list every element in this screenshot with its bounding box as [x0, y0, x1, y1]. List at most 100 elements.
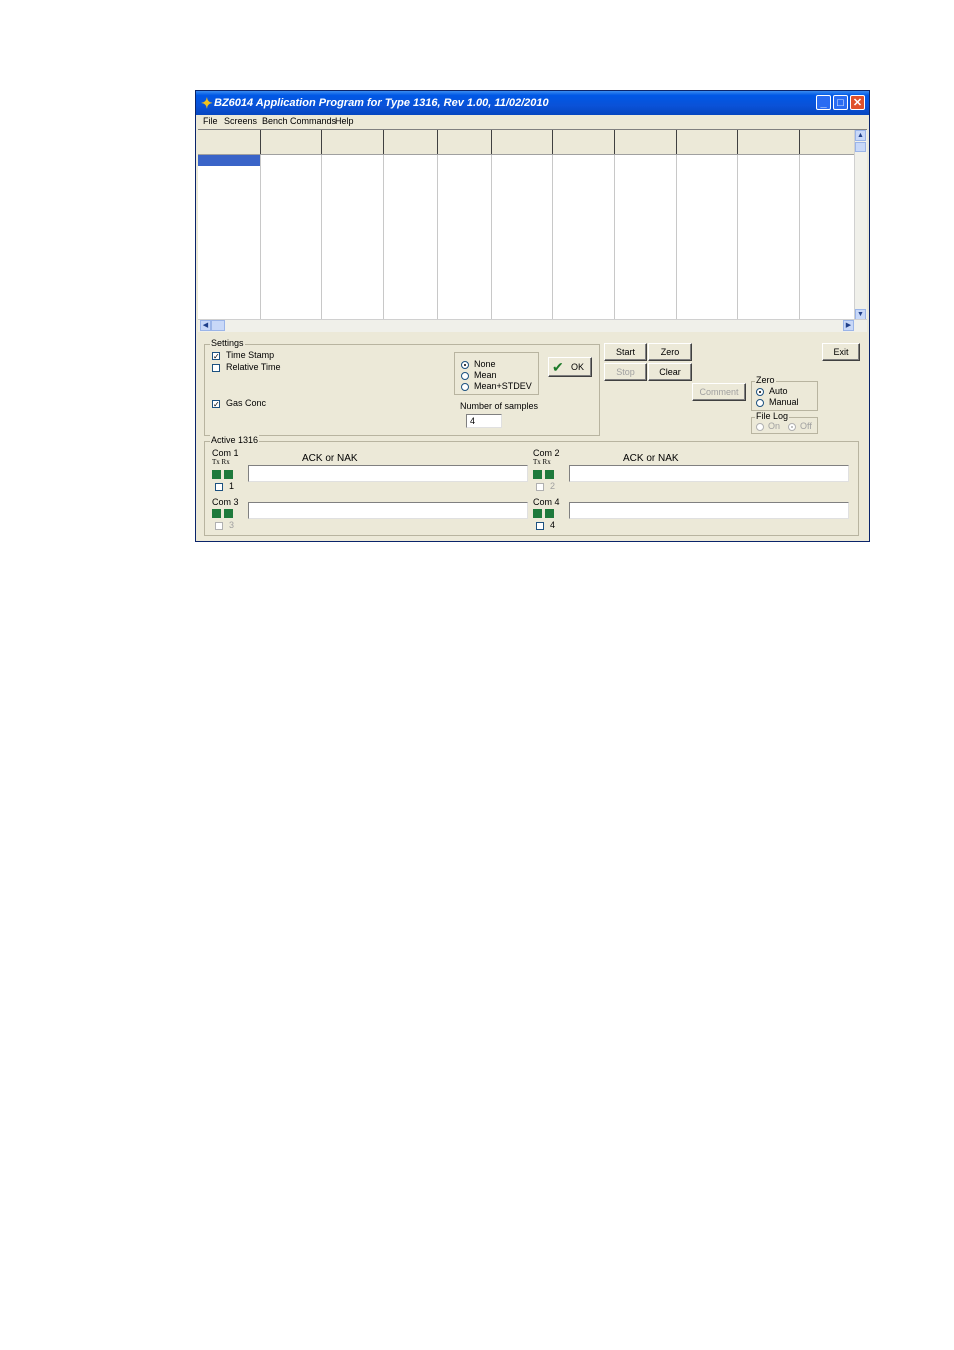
grid-header-cell[interactable] — [615, 130, 677, 154]
averaging-group: None Mean Mean+STDEV — [454, 352, 539, 395]
file-log-on-label: On — [768, 421, 781, 431]
zero-mode-group: Zero Auto Manual — [751, 375, 818, 411]
file-log-group: File Log On Off — [751, 411, 818, 434]
ok-label: OK — [571, 362, 585, 372]
com1-tx-led — [212, 470, 221, 479]
time-stamp-checkbox[interactable]: ✓ — [212, 352, 220, 361]
grid-header-cell[interactable] — [384, 130, 438, 154]
grid-header-cell[interactable] — [322, 130, 384, 154]
com1-txrx-label: Tx Rx — [212, 458, 230, 466]
com1-checkbox[interactable] — [215, 483, 223, 491]
grid-column-line — [321, 155, 322, 320]
clear-button[interactable]: Clear — [648, 363, 692, 381]
grid-column-line — [383, 155, 384, 320]
scroll-right-icon[interactable]: ▶ — [843, 320, 854, 331]
com2-rx-led — [545, 470, 554, 479]
maximize-button[interactable]: □ — [833, 95, 848, 110]
grid-column-line — [614, 155, 615, 320]
menu-help[interactable]: Help — [335, 116, 354, 126]
zero-auto-radio[interactable] — [756, 388, 764, 396]
check-icon: ✔ — [552, 359, 564, 375]
app-icon: ✦ — [201, 95, 213, 111]
scroll-up-icon[interactable]: ▲ — [855, 130, 866, 141]
grid-header-cell[interactable] — [438, 130, 492, 154]
com2-tx-led — [533, 470, 542, 479]
stop-button[interactable]: Stop — [604, 363, 647, 381]
avg-mean-radio[interactable] — [461, 372, 469, 380]
grid-header-cell[interactable] — [677, 130, 738, 154]
com3-checkbox[interactable] — [215, 522, 223, 530]
avg-none-label: None — [474, 359, 496, 369]
com2-ack-label: ACK or NAK — [623, 453, 679, 464]
relative-time-checkbox[interactable] — [212, 364, 220, 372]
com1-rx-led — [224, 470, 233, 479]
grid-header-divider — [198, 154, 855, 155]
com4-checkbox[interactable] — [536, 522, 544, 530]
com4-number: 4 — [550, 520, 556, 530]
com3-number: 3 — [229, 520, 235, 530]
com2-label: Com 2 — [533, 448, 560, 458]
scroll-thumb[interactable] — [855, 142, 866, 152]
com2-number: 2 — [550, 481, 556, 491]
grid-column-line — [676, 155, 677, 320]
grid-header-cell[interactable] — [492, 130, 553, 154]
comment-button[interactable]: Comment — [692, 383, 746, 401]
grid-header-cell[interactable] — [800, 130, 855, 154]
grid-header-cell[interactable] — [738, 130, 800, 154]
zero-manual-label: Manual — [769, 397, 799, 407]
grid-column-line — [799, 155, 800, 320]
window-title: BZ6014 Application Program for Type 1316… — [214, 97, 549, 109]
com4-label: Com 4 — [533, 497, 560, 507]
grid-column-line — [552, 155, 553, 320]
menu-bar: File Screens Bench Commands Help — [196, 115, 869, 129]
zero-auto-label: Auto — [769, 386, 788, 396]
start-button[interactable]: Start — [604, 343, 647, 361]
com3-tx-led — [212, 509, 221, 518]
avg-none-radio[interactable] — [461, 361, 469, 369]
settings-group: Settings ✓ Time Stamp Relative Time ✓ Ga… — [204, 338, 600, 436]
menu-screens[interactable]: Screens — [224, 116, 257, 126]
file-log-off-label: Off — [800, 421, 812, 431]
menu-file[interactable]: File — [203, 116, 218, 126]
grid-column-line — [260, 155, 261, 320]
scroll-left-icon[interactable]: ◀ — [200, 320, 211, 331]
file-log-title: File Log — [755, 411, 790, 421]
title-bar[interactable]: ✦ BZ6014 Application Program for Type 13… — [196, 91, 869, 115]
grid-header-cell[interactable] — [198, 130, 261, 154]
gas-conc-checkbox[interactable]: ✓ — [212, 400, 220, 409]
com3-rx-led — [224, 509, 233, 518]
vertical-scrollbar[interactable]: ▲ ▼ — [854, 130, 867, 320]
com1-number: 1 — [229, 481, 235, 491]
samples-input[interactable]: 4 — [466, 414, 502, 428]
com4-response-field[interactable] — [569, 502, 849, 519]
com3-label: Com 3 — [212, 497, 239, 507]
com1-ack-label: ACK or NAK — [302, 453, 358, 464]
active-title: Active 1316 — [210, 435, 260, 445]
file-log-on-radio[interactable] — [756, 423, 764, 431]
grid-header-cell[interactable] — [261, 130, 322, 154]
com2-txrx-label: Tx Rx — [533, 458, 551, 466]
file-log-off-radio[interactable] — [788, 423, 796, 431]
gas-conc-label: Gas Conc — [226, 398, 267, 408]
horizontal-scroll-thumb[interactable] — [211, 320, 225, 331]
minimize-button[interactable]: _ — [816, 95, 831, 110]
zero-manual-radio[interactable] — [756, 399, 764, 407]
com2-checkbox[interactable] — [536, 483, 544, 491]
com1-response-field[interactable] — [248, 465, 528, 482]
zero-button[interactable]: Zero — [648, 343, 692, 361]
menu-bench-commands[interactable]: Bench Commands — [262, 116, 336, 126]
close-button[interactable]: ✕ — [850, 95, 865, 110]
data-grid[interactable]: ▲ ▼ — [198, 129, 867, 320]
com2-response-field[interactable] — [569, 465, 849, 482]
grid-column-line — [737, 155, 738, 320]
active-group: Active 1316 Com 1 Tx Rx 1 ACK or NAK Com… — [204, 435, 859, 536]
avg-mean-stdev-radio[interactable] — [461, 383, 469, 391]
com3-response-field[interactable] — [248, 502, 528, 519]
horizontal-scrollbar[interactable]: ◀ ▶ — [198, 319, 867, 332]
ok-button[interactable]: ✔ OK — [548, 357, 592, 377]
samples-label: Number of samples — [460, 401, 539, 411]
grid-header-cell[interactable] — [553, 130, 615, 154]
selected-row-cell[interactable] — [198, 155, 260, 166]
exit-button[interactable]: Exit — [822, 343, 860, 361]
com4-tx-led — [533, 509, 542, 518]
